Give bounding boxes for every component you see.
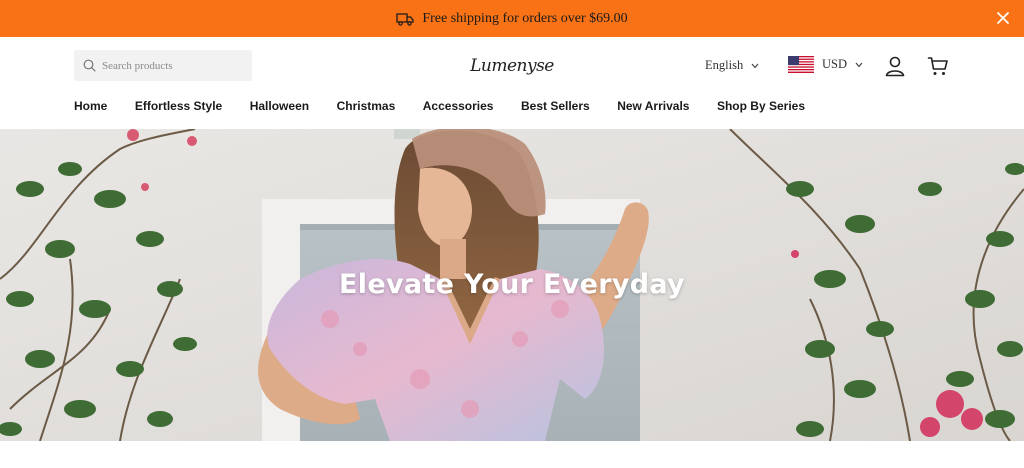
nav-item-new-arrivals[interactable]: New Arrivals [617, 99, 689, 113]
user-icon[interactable] [884, 55, 906, 77]
search-icon [83, 59, 96, 72]
close-icon[interactable] [994, 9, 1012, 27]
nav-item-halloween[interactable]: Halloween [250, 99, 309, 113]
nav-item-accessories[interactable]: Accessories [423, 99, 494, 113]
search-box[interactable] [74, 50, 252, 81]
page-content-start [0, 441, 1024, 468]
us-flag-icon [788, 56, 814, 73]
nav-item-best-sellers[interactable]: Best Sellers [521, 99, 590, 113]
main-nav: Home Effortless Style Halloween Christma… [74, 99, 833, 113]
announcement-bar: Free shipping for orders over $69.00 [0, 0, 1024, 37]
currency-selector[interactable]: USD [788, 56, 863, 73]
announcement-text: Free shipping for orders over $69.00 [422, 10, 628, 26]
chevron-down-icon [751, 63, 759, 69]
logo-text: Lumenyse [470, 56, 554, 76]
chevron-down-icon [855, 62, 863, 68]
hero-title: Elevate Your Everyday [339, 269, 685, 300]
logo[interactable]: Lumenyse [470, 49, 554, 83]
language-selector[interactable]: English [705, 58, 759, 73]
cart-icon[interactable] [927, 55, 949, 77]
truck-icon [396, 12, 414, 26]
nav-item-home[interactable]: Home [74, 99, 107, 113]
language-label: English [705, 58, 744, 72]
currency-label: USD [822, 57, 848, 71]
search-input[interactable] [102, 59, 242, 72]
nav-item-christmas[interactable]: Christmas [337, 99, 396, 113]
hero-banner[interactable]: Elevate Your Everyday [0, 129, 1024, 441]
nav-item-shop-by-series[interactable]: Shop By Series [717, 99, 805, 113]
site-header: Lumenyse English USD [0, 37, 1024, 129]
nav-item-effortless-style[interactable]: Effortless Style [135, 99, 222, 113]
